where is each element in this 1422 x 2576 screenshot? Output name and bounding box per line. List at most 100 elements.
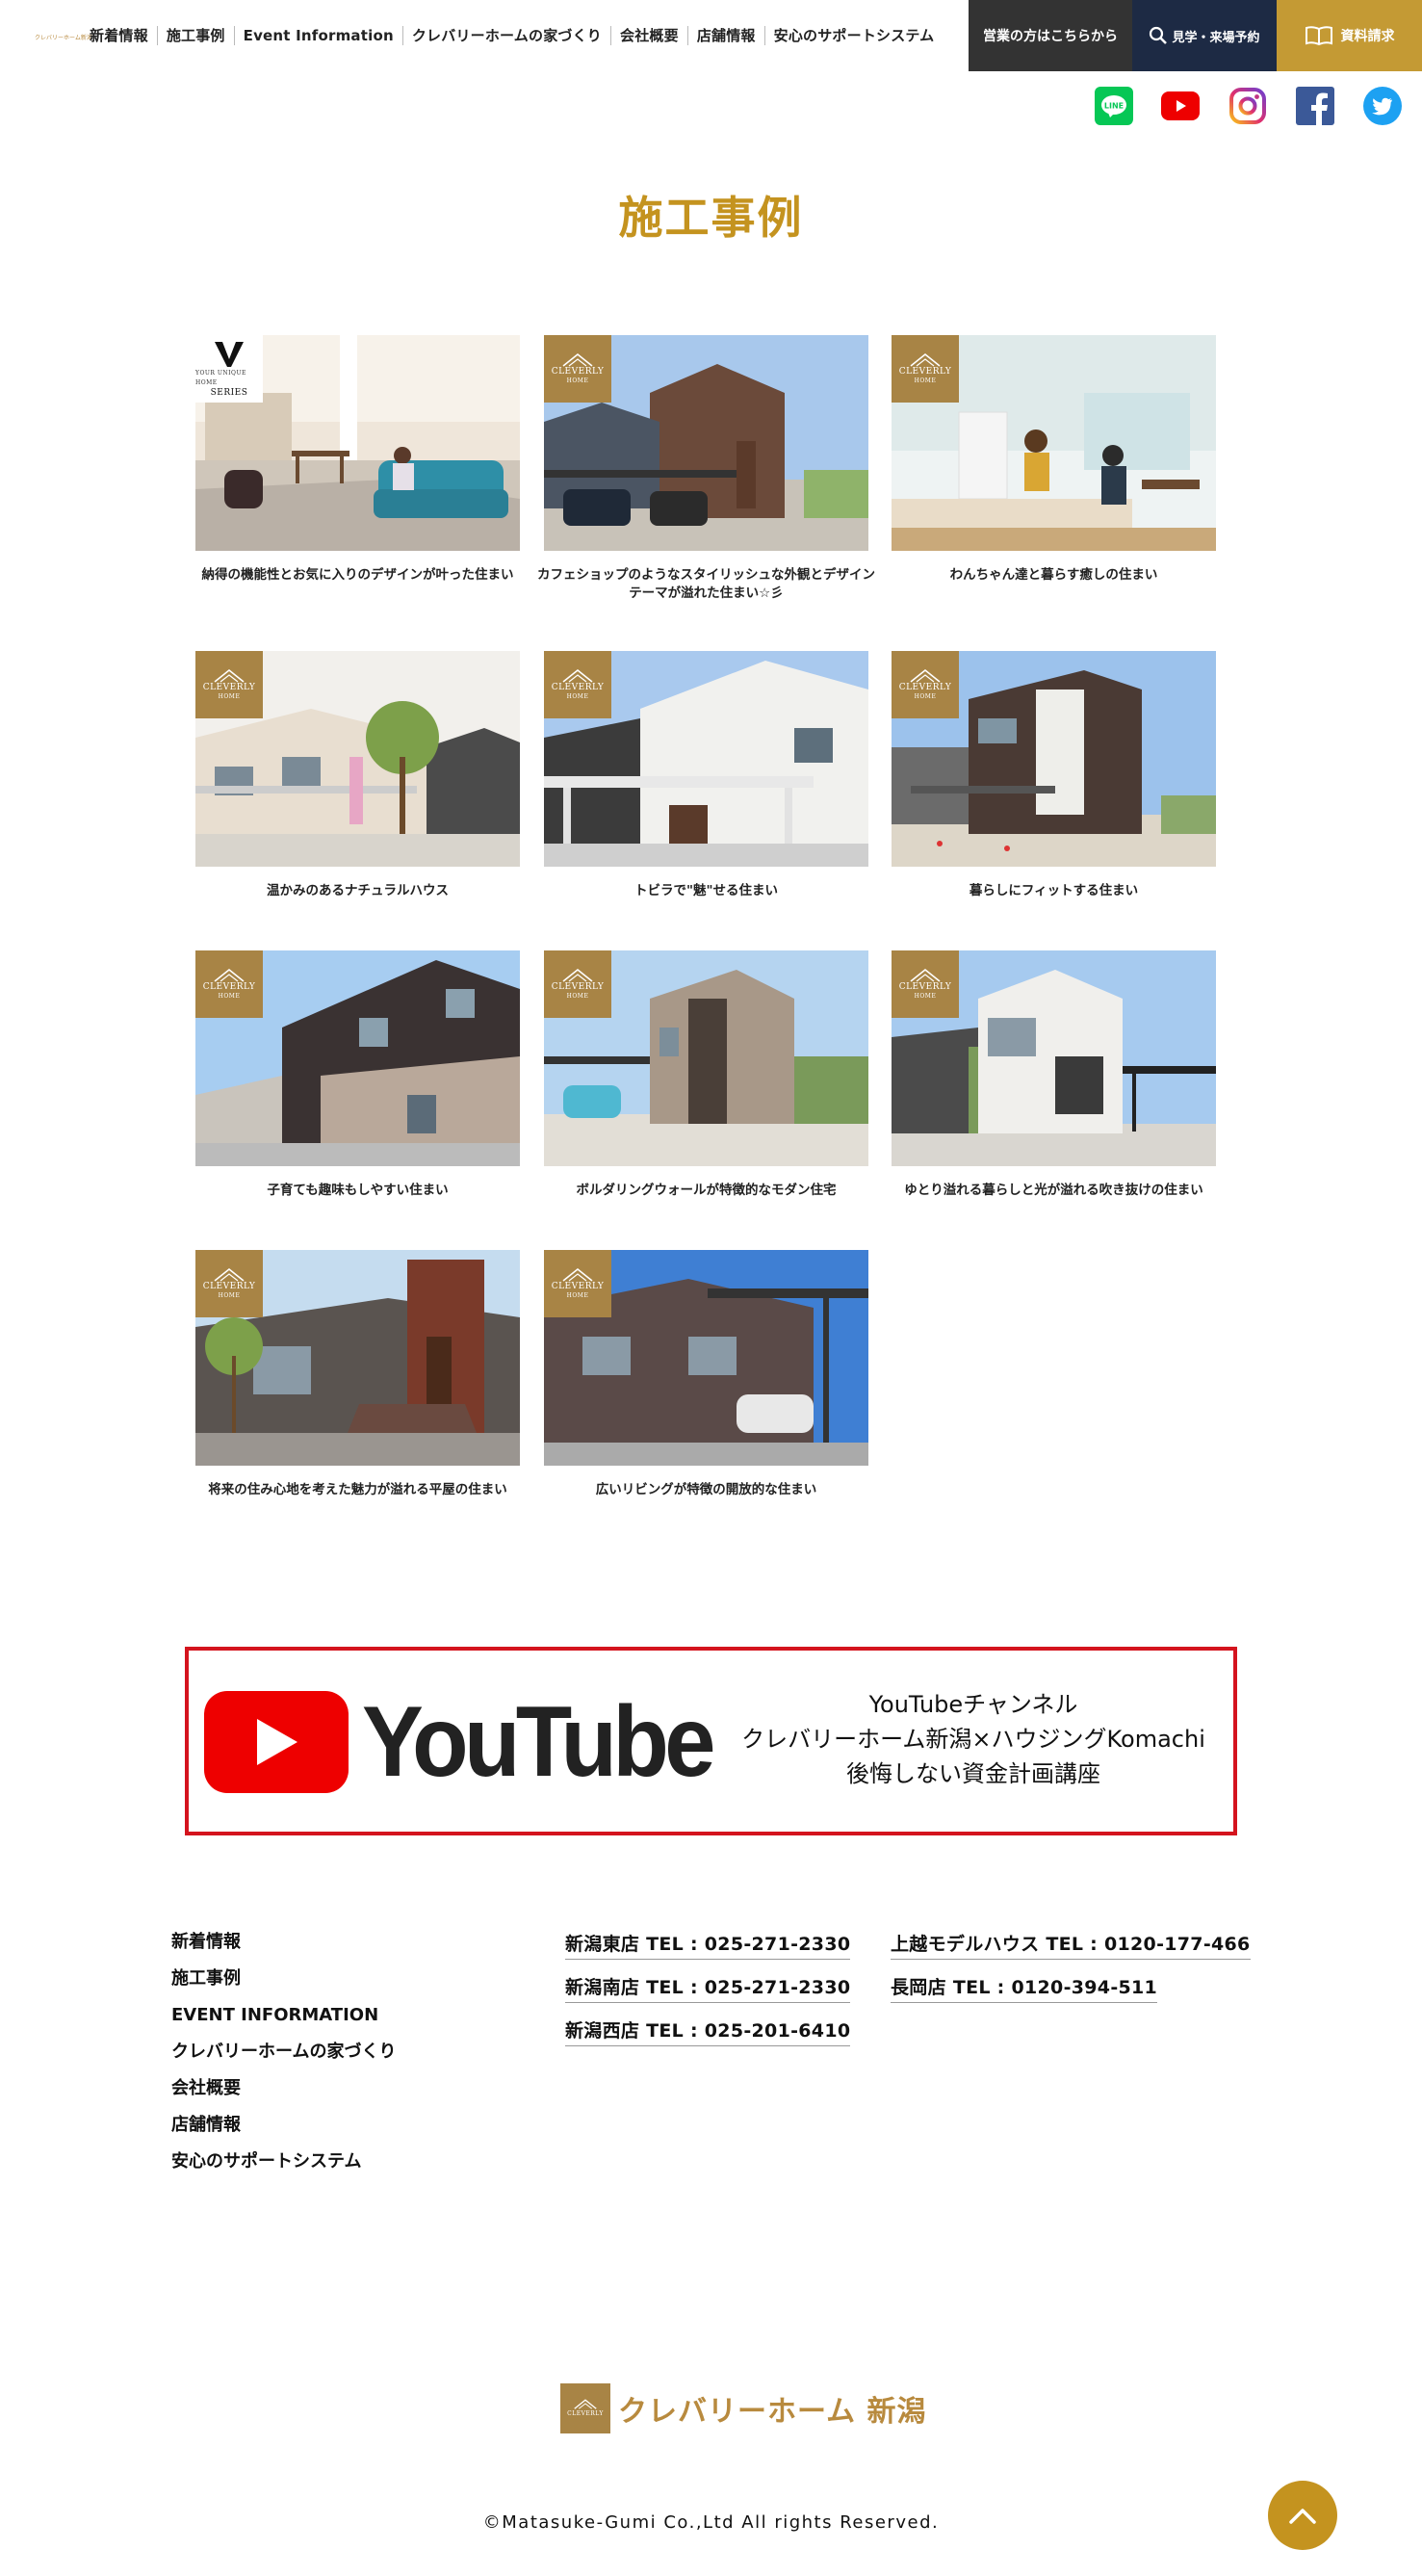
facebook-link[interactable]	[1296, 87, 1334, 125]
footer-badge-icon: CLEVERLY	[560, 2383, 610, 2433]
case-photo: YOUR UNIQUE HOME SERIES	[195, 335, 520, 551]
badge-text: CLEVERLY	[202, 683, 256, 692]
search-icon	[1150, 26, 1168, 44]
house-roof-icon	[562, 352, 593, 367]
footer-nav-company[interactable]: 会社概要	[171, 2072, 460, 2109]
v-series-label: SERIES	[210, 388, 248, 398]
footer-logo[interactable]: CLEVERLY クレバリーホーム 新潟	[560, 2383, 927, 2433]
cleverly-badge: CLEVERLY HOME	[544, 335, 611, 403]
youtube-banner-line: 後悔しない資金計画講座	[846, 1760, 1100, 1787]
shop-phone-niigata-east[interactable]: 新潟東店 TEL : 025-271-2330	[565, 1930, 851, 1960]
page-top-button[interactable]	[1268, 2481, 1337, 2550]
nav-cases[interactable]: 施工事例	[156, 26, 234, 45]
house-roof-icon	[562, 668, 593, 683]
case-card[interactable]: CLEVERLY HOME ゆとり溢れる暮らしと光が溢れる吹き抜けの住まい	[892, 950, 1216, 1210]
case-photo: CLEVERLY HOME	[544, 335, 868, 551]
case-photo: CLEVERLY HOME	[544, 1250, 868, 1466]
shop-phone-niigata-west[interactable]: 新潟西店 TEL : 025-201-6410	[565, 2017, 851, 2046]
site-logo[interactable]: クレバリーホーム新潟	[31, 31, 92, 42]
case-caption: 温かみのあるナチュラルハウス	[267, 883, 449, 898]
instagram-link[interactable]	[1228, 87, 1267, 125]
case-card[interactable]: CLEVERLY HOME トビラで"魅"せる住まい	[544, 651, 868, 911]
youtube-icon	[1161, 91, 1200, 120]
case-photo: CLEVERLY HOME	[892, 335, 1216, 551]
cleverly-badge: CLEVERLY HOME	[544, 1250, 611, 1317]
badge-text: CLEVERLY	[551, 367, 605, 377]
youtube-logo: YouTube	[204, 1691, 741, 1793]
cleverly-badge: CLEVERLY HOME	[195, 950, 263, 1018]
visit-label: 見学・来場予約	[1172, 30, 1260, 45]
badge-text: CLEVERLY	[202, 1282, 256, 1291]
badge-text: CLEVERLY	[551, 683, 605, 692]
footer-nav-events[interactable]: EVENT INFORMATION	[171, 1999, 460, 2036]
request-documents-button[interactable]: 資料請求	[1277, 0, 1422, 71]
nav-news[interactable]: 新着情報	[81, 26, 157, 45]
sales-contact-button[interactable]: 営業の方はこちらから	[969, 0, 1132, 71]
footer-nav-support[interactable]: 安心のサポートシステム	[171, 2146, 460, 2182]
badge-subtext: HOME	[914, 377, 937, 384]
badge-text: CLEVERLY	[551, 982, 605, 992]
case-photo: CLEVERLY HOME	[892, 651, 1216, 867]
nav-events[interactable]: Event Information	[233, 26, 402, 45]
badge-text: CLEVERLY	[551, 1282, 605, 1291]
case-photo: CLEVERLY HOME	[195, 651, 520, 867]
case-photo: CLEVERLY HOME	[195, 1250, 520, 1466]
case-card[interactable]: CLEVERLY HOME 暮らしにフィットする住まい	[892, 651, 1216, 911]
youtube-channel-banner[interactable]: YouTube YouTubeチャンネル クレバリーホーム新潟×ハウジングKom…	[185, 1647, 1237, 1835]
case-photo: CLEVERLY HOME	[544, 651, 868, 867]
footer-nav-stores[interactable]: 店舗情報	[171, 2109, 460, 2146]
case-caption: ボルダリングウォールが特徴的なモダン住宅	[576, 1183, 837, 1198]
footer-nav-home-building[interactable]: クレバリーホームの家づくり	[171, 2036, 460, 2072]
cleverly-badge: CLEVERLY HOME	[892, 651, 959, 718]
badge-subtext: HOME	[218, 993, 241, 1000]
case-caption: 将来の住み心地を考えた魅力が溢れる平屋の住まい	[208, 1482, 507, 1497]
nav-stores[interactable]: 店舗情報	[686, 26, 764, 45]
case-card[interactable]: YOUR UNIQUE HOME SERIES 納得の機能性とお気に入りのデザイ…	[195, 335, 520, 605]
youtube-banner-line: クレバリーホーム新潟×ハウジングKomachi	[741, 1726, 1205, 1753]
shop-phone-niigata-south[interactable]: 新潟南店 TEL : 025-271-2330	[565, 1973, 851, 2003]
badge-subtext: HOME	[218, 1292, 241, 1299]
cleverly-badge: CLEVERLY HOME	[544, 651, 611, 718]
case-card[interactable]: CLEVERLY HOME 将来の住み心地を考えた魅力が溢れる平屋の住まい	[195, 1250, 520, 1510]
facebook-icon	[1296, 87, 1334, 125]
cleverly-badge: CLEVERLY HOME	[195, 651, 263, 718]
youtube-wordmark: YouTube	[362, 1686, 715, 1798]
visit-reservation-button[interactable]: 見学・来場予約	[1132, 0, 1277, 71]
footer-nav-news[interactable]: 新着情報	[171, 1926, 460, 1963]
v-logo-icon	[215, 342, 244, 367]
line-link[interactable]: LINE	[1095, 87, 1133, 125]
case-caption: 子育ても趣味もしやすい住まい	[267, 1183, 449, 1198]
line-icon: LINE	[1095, 87, 1133, 125]
case-card[interactable]: CLEVERLY HOME ボルダリングウォールが特徴的なモダン住宅	[544, 950, 868, 1210]
case-card[interactable]: CLEVERLY HOME わんちゃん達と暮らす癒しの住まい	[892, 335, 1216, 605]
house-roof-icon	[910, 668, 941, 683]
twitter-link[interactable]	[1363, 87, 1402, 125]
badge-subtext: HOME	[566, 693, 589, 700]
shop-phone-nagaoka[interactable]: 長岡店 TEL : 0120-394-511	[891, 1973, 1158, 2003]
case-card[interactable]: CLEVERLY HOME 温かみのあるナチュラルハウス	[195, 651, 520, 911]
footer-logo-text: クレバリーホーム 新潟	[618, 2395, 927, 2429]
svg-text:LINE: LINE	[1104, 102, 1124, 111]
cleverly-badge: CLEVERLY HOME	[892, 335, 959, 403]
house-roof-icon	[562, 968, 593, 982]
twitter-icon	[1363, 87, 1402, 125]
v-series-badge: YOUR UNIQUE HOME SERIES	[195, 335, 263, 403]
badge-subtext: HOME	[218, 693, 241, 700]
house-roof-icon	[910, 352, 941, 367]
footer-nav-cases[interactable]: 施工事例	[171, 1963, 460, 1999]
case-card[interactable]: CLEVERLY HOME 広いリビングが特徴の開放的な住まい	[544, 1250, 868, 1510]
youtube-link[interactable]	[1161, 87, 1200, 125]
nav-company[interactable]: 会社概要	[610, 26, 687, 45]
case-card[interactable]: CLEVERLY HOME カフェショップのようなスタイリッシュな外観とデザイン…	[537, 335, 875, 605]
house-roof-icon	[214, 1267, 245, 1282]
badge-text: CLEVERLY	[202, 982, 256, 992]
nav-support[interactable]: 安心のサポートシステム	[763, 26, 944, 45]
shop-phone-joetsu-model[interactable]: 上越モデルハウス TEL : 0120-177-466	[891, 1930, 1251, 1960]
case-photo: CLEVERLY HOME	[544, 950, 868, 1166]
chevron-up-icon	[1289, 2509, 1316, 2524]
nav-home-building[interactable]: クレバリーホームの家づくり	[401, 26, 610, 45]
case-card[interactable]: CLEVERLY HOME 子育ても趣味もしやすい住まい	[195, 950, 520, 1210]
house-roof-icon	[214, 968, 245, 982]
badge-text: CLEVERLY	[898, 367, 952, 377]
house-roof-icon	[562, 1267, 593, 1282]
